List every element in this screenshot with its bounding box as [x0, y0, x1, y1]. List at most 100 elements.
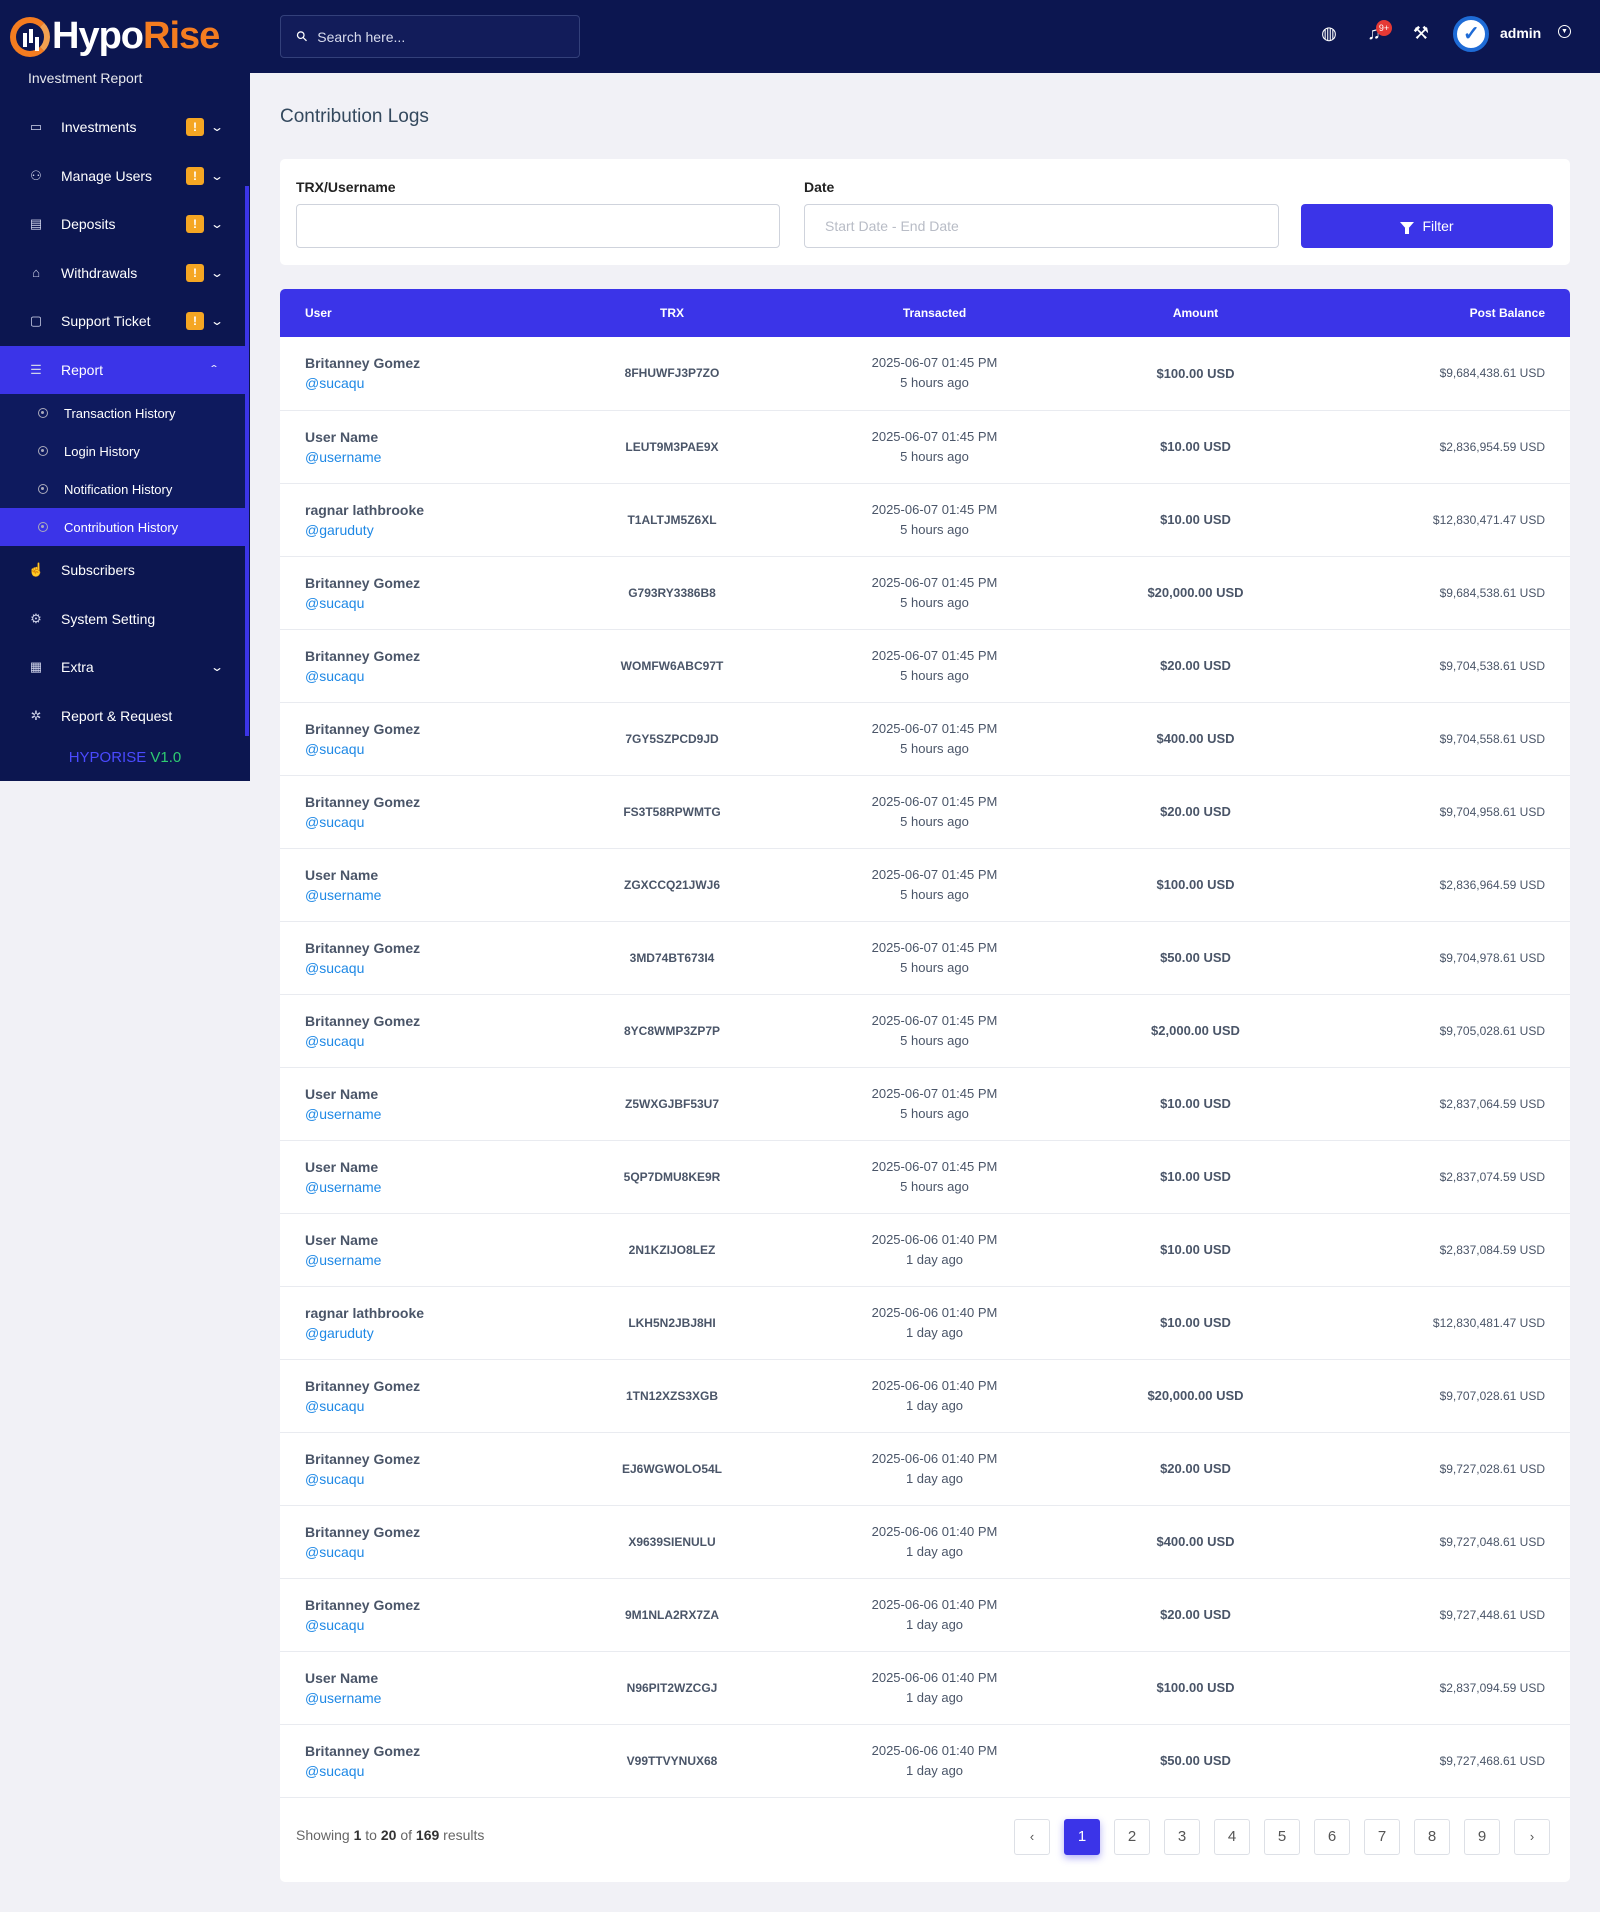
- user-handle-link[interactable]: @sucaqu: [305, 1469, 542, 1489]
- user-handle-link[interactable]: @sucaqu: [305, 1396, 542, 1416]
- circle-dot-icon: [38, 408, 48, 418]
- pagination-next-button[interactable]: ›: [1514, 1819, 1550, 1855]
- transacted-date: 2025-06-07 01:45 PM: [871, 1158, 998, 1174]
- pagination-page-8[interactable]: 8: [1414, 1819, 1450, 1855]
- trx-id: 8YC8WMP3ZP7P: [623, 1023, 721, 1038]
- sidebar-item-system-setting[interactable]: ⚙ System Setting: [0, 595, 245, 644]
- wrench-icon[interactable]: ⚒: [1410, 22, 1432, 44]
- pagination-page-9[interactable]: 9: [1464, 1819, 1500, 1855]
- transacted-ago: 1 day ago: [905, 1689, 964, 1705]
- sidebar-item-manage-users[interactable]: ⚇ Manage Users ! ⌄: [0, 152, 245, 201]
- chevron-down-icon[interactable]: ▼: [1558, 25, 1571, 38]
- table-header-row: User TRX Transacted Amount Post Balance: [280, 289, 1570, 337]
- trx-id: ZGXCCQ21JWJ6: [623, 877, 721, 892]
- sidebar-item-label: Manage Users: [61, 167, 153, 184]
- sidebar-item-report-request[interactable]: ✲ Report & Request: [0, 692, 245, 741]
- user-handle-link[interactable]: @sucaqu: [305, 812, 542, 832]
- user-handle-link[interactable]: @sucaqu: [305, 739, 542, 759]
- pagination-page-7[interactable]: 7: [1364, 1819, 1400, 1855]
- search-box[interactable]: ⚲ Search here...: [280, 15, 580, 58]
- sidebar-subitem-notification-history[interactable]: Notification History: [0, 470, 245, 508]
- user-handle-link[interactable]: @username: [305, 885, 542, 905]
- sidebar-item-withdrawals[interactable]: ⌂ Withdrawals ! ⌄: [0, 249, 245, 298]
- user-name[interactable]: admin: [1500, 25, 1541, 41]
- sidebar-item-label: Investments: [61, 119, 137, 136]
- brand-logo[interactable]: HypoRise: [0, 0, 250, 73]
- transacted-date: 2025-06-07 01:45 PM: [871, 793, 998, 809]
- user-handle-link[interactable]: @sucaqu: [305, 1615, 542, 1635]
- user-handle-link[interactable]: @sucaqu: [305, 958, 542, 978]
- search-input[interactable]: Search here...: [317, 29, 405, 45]
- transacted-ago: 5 hours ago: [900, 1032, 969, 1048]
- user-handle-link[interactable]: @sucaqu: [305, 1542, 542, 1562]
- sidebar-item-label: Support Ticket: [61, 313, 151, 330]
- sidebar-scrollbar[interactable]: [245, 186, 249, 736]
- transacted-ago: 5 hours ago: [900, 740, 969, 756]
- user-handle-link[interactable]: @username: [305, 447, 542, 467]
- post-balance: $2,836,954.59 USD: [1439, 439, 1545, 454]
- user-full-name: Britanney Gomez: [305, 574, 421, 591]
- user-handle-link[interactable]: @garuduty: [305, 520, 542, 540]
- user-handle-link[interactable]: @sucaqu: [305, 373, 542, 393]
- amount: $50.00 USD: [1160, 1753, 1231, 1768]
- user-full-name: User Name: [305, 1231, 379, 1248]
- sidebar-item-deposits[interactable]: ▤ Deposits ! ⌄: [0, 200, 245, 249]
- transacted-cell: 2025-06-06 01:40 PM 1 day ago: [802, 1724, 1067, 1798]
- user-handle-link[interactable]: @sucaqu: [305, 1761, 542, 1781]
- sidebar-item-subscribers[interactable]: ☝ Subscribers: [0, 546, 245, 595]
- sidebar-item-investments[interactable]: ▭ Investments ! ⌄: [0, 103, 245, 152]
- trx-id: 1TN12XZS3XGB: [625, 1388, 719, 1403]
- transacted-cell: 2025-06-06 01:40 PM 1 day ago: [802, 1359, 1067, 1433]
- filter-icon: [1400, 222, 1415, 234]
- chevron-down-icon: ⌄: [209, 120, 225, 135]
- transacted-cell: 2025-06-07 01:45 PM 5 hours ago: [802, 410, 1067, 484]
- sidebar-subitem-transaction-history[interactable]: Transaction History: [0, 394, 245, 432]
- table-body: Britanney Gomez @sucaqu 8FHUWFJ3P7ZO 2025-0…: [280, 337, 1570, 1798]
- transacted-date: 2025-06-07 01:45 PM: [871, 574, 998, 590]
- filter-button[interactable]: Filter: [1301, 204, 1553, 248]
- user-full-name: Britanney Gomez: [305, 1742, 421, 1759]
- user-cell: Britanney Gomez @sucaqu: [280, 1432, 542, 1506]
- globe-icon[interactable]: ◍: [1318, 22, 1340, 44]
- pagination-page-4[interactable]: 4: [1214, 1819, 1250, 1855]
- sidebar-subitem-contribution-history[interactable]: Contribution History: [0, 508, 245, 546]
- amount: $100.00 USD: [1156, 1680, 1235, 1695]
- sidebar-subitem-login-history[interactable]: Login History: [0, 432, 245, 470]
- amount: $10.00 USD: [1160, 1315, 1231, 1330]
- pagination-page-3[interactable]: 3: [1164, 1819, 1200, 1855]
- transacted-date: 2025-06-07 01:45 PM: [871, 939, 998, 955]
- user-handle-link[interactable]: @garuduty: [305, 1323, 542, 1343]
- transacted-date: 2025-06-06 01:40 PM: [871, 1523, 998, 1539]
- date-range-input[interactable]: [804, 204, 1279, 248]
- amount: $20.00 USD: [1160, 1607, 1231, 1622]
- user-full-name: Britanney Gomez: [305, 1523, 421, 1540]
- post-balance: $9,704,978.61 USD: [1439, 950, 1545, 965]
- sidebar-item-report[interactable]: ☰ Report ˆ: [0, 345, 245, 394]
- user-handle-link[interactable]: @username: [305, 1688, 542, 1708]
- user-full-name: Britanney Gomez: [305, 1012, 421, 1029]
- pagination-page-5[interactable]: 5: [1264, 1819, 1300, 1855]
- header-user: User: [305, 306, 332, 320]
- pagination-prev-button[interactable]: ‹: [1014, 1819, 1050, 1855]
- search-icon: ⚲: [292, 26, 312, 46]
- sidebar-item-extra[interactable]: ▦ Extra ⌄: [0, 643, 245, 692]
- pagination-page-1[interactable]: 1: [1064, 1819, 1100, 1855]
- user-handle-link[interactable]: @username: [305, 1104, 542, 1124]
- avatar[interactable]: [1453, 16, 1489, 52]
- user-handle-link[interactable]: @sucaqu: [305, 666, 542, 686]
- pagination-page-6[interactable]: 6: [1314, 1819, 1350, 1855]
- transacted-date: 2025-06-07 01:45 PM: [871, 501, 998, 517]
- table-row: ragnar lathbrooke @garuduty T1ALTJM5Z6XL 20…: [280, 483, 1570, 557]
- user-handle-link[interactable]: @username: [305, 1250, 542, 1270]
- user-handle-link[interactable]: @sucaqu: [305, 593, 542, 613]
- notification-badge: 9+: [1376, 20, 1392, 36]
- sidebar-item-support-ticket[interactable]: ▢ Support Ticket ! ⌄: [0, 297, 245, 346]
- user-handle-link[interactable]: @sucaqu: [305, 1031, 542, 1051]
- transacted-ago: 5 hours ago: [900, 813, 969, 829]
- user-full-name: Britanney Gomez: [305, 1596, 421, 1613]
- trx-username-input[interactable]: [296, 204, 780, 248]
- user-handle-link[interactable]: @username: [305, 1177, 542, 1197]
- pagination-page-2[interactable]: 2: [1114, 1819, 1150, 1855]
- sidebar-item-label: Deposits: [61, 216, 116, 233]
- transacted-date: 2025-06-07 01:45 PM: [871, 720, 998, 736]
